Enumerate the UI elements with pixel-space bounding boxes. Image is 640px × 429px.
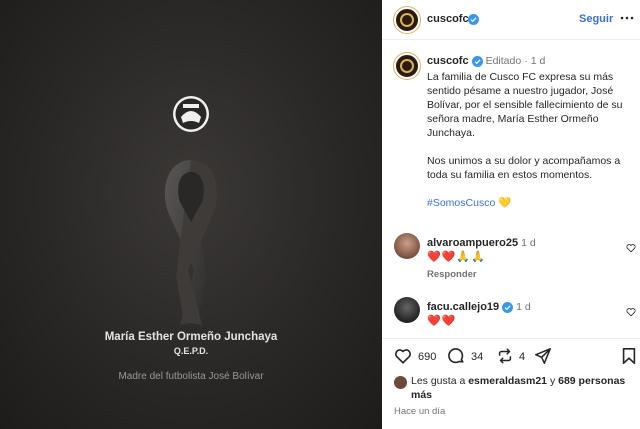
caption-time[interactable]: 1 d [531,55,546,67]
likes-middle: y [547,375,559,387]
liker-avatar[interactable] [394,376,407,389]
likes-summary: Les gusta a esmeraldasm21 y 689 personas… [394,374,634,402]
caption-paragraph: Nos unimos a su dolor y acompañamos a to… [427,155,621,181]
qepd-text: Q.E.P.D. [173,346,209,356]
header-username[interactable]: cuscofc [427,13,469,25]
comment-item: facu.callejo19 1 d ❤️❤️ [394,297,636,333]
comment-time: 1 d [516,301,531,313]
commenter-avatar[interactable] [394,297,420,323]
like-heart-icon[interactable] [394,347,412,365]
deceased-name: María Esther Ormeño Junchaya [104,331,278,343]
caption-hashtag-line: #SomosCusco 💛 [427,196,633,210]
likes-prefix: Les gusta a [411,375,469,387]
share-send-icon[interactable] [534,347,552,365]
hashtag-link[interactable]: #SomosCusco [427,197,495,209]
save-bookmark-icon[interactable] [620,347,638,365]
comment-header: facu.callejo19 1 d [427,301,531,313]
post-image[interactable]: María Esther Ormeño Junchaya Q.E.P.D. Ma… [0,0,382,429]
follow-button[interactable]: Seguir [579,13,613,25]
comment-username[interactable]: alvaroampuero25 [427,237,518,249]
edited-label: Editado [485,55,522,67]
yellow-heart-emoji: 💛 [498,197,512,209]
post-actions-bar: 690 34 4 [382,338,640,372]
caption-paragraph: La familia de Cusco FC expresa su más se… [427,71,623,139]
profile-avatar[interactable] [394,7,420,33]
commenter-avatar[interactable] [394,233,420,259]
post-header: cuscofc Seguir [382,0,640,40]
separator-dot: · [524,55,528,67]
comment-text: ❤️❤️🙏🙏 [427,251,486,263]
repost-count[interactable]: 4 [519,351,525,363]
comment-text: ❤️❤️ [427,315,457,327]
mourning-ribbon [164,160,218,325]
verified-badge-icon [468,14,479,25]
crest-icon [400,59,414,73]
image-subtitle: Madre del futbolista José Bolívar [118,371,264,382]
caption-username[interactable]: cuscofc [427,55,469,67]
like-comment-heart-icon[interactable] [626,243,636,253]
like-count[interactable]: 690 [418,351,436,363]
reply-button[interactable]: Responder [427,269,477,280]
comment-header: alvaroampuero25 1 d [427,237,536,249]
crest-icon [400,13,414,27]
comment-username[interactable]: facu.callejo19 [427,301,499,313]
like-comment-heart-icon[interactable] [626,307,636,317]
post-side-panel: cuscofc Seguir cuscofc Editado · 1 d La … [382,0,640,429]
cusco-fc-crest-logo [173,96,209,132]
more-options-icon[interactable] [620,11,634,25]
caption-text: La familia de Cusco FC expresa su más se… [427,70,633,224]
caption-avatar[interactable] [394,53,420,79]
post-time-ago[interactable]: Hace un día [394,406,445,417]
comment-time: 1 d [521,237,536,249]
comment-bubble-icon[interactable] [447,347,465,365]
repost-icon[interactable] [496,347,514,365]
liker-username[interactable]: esmeraldasm21 [468,375,547,387]
verified-badge-icon [502,301,514,313]
comment-count[interactable]: 34 [471,351,483,363]
comment-item: alvaroampuero25 1 d ❤️❤️🙏🙏 Responder [394,233,636,285]
verified-badge-icon [471,55,483,67]
caption-header: cuscofc Editado · 1 d [427,55,545,67]
